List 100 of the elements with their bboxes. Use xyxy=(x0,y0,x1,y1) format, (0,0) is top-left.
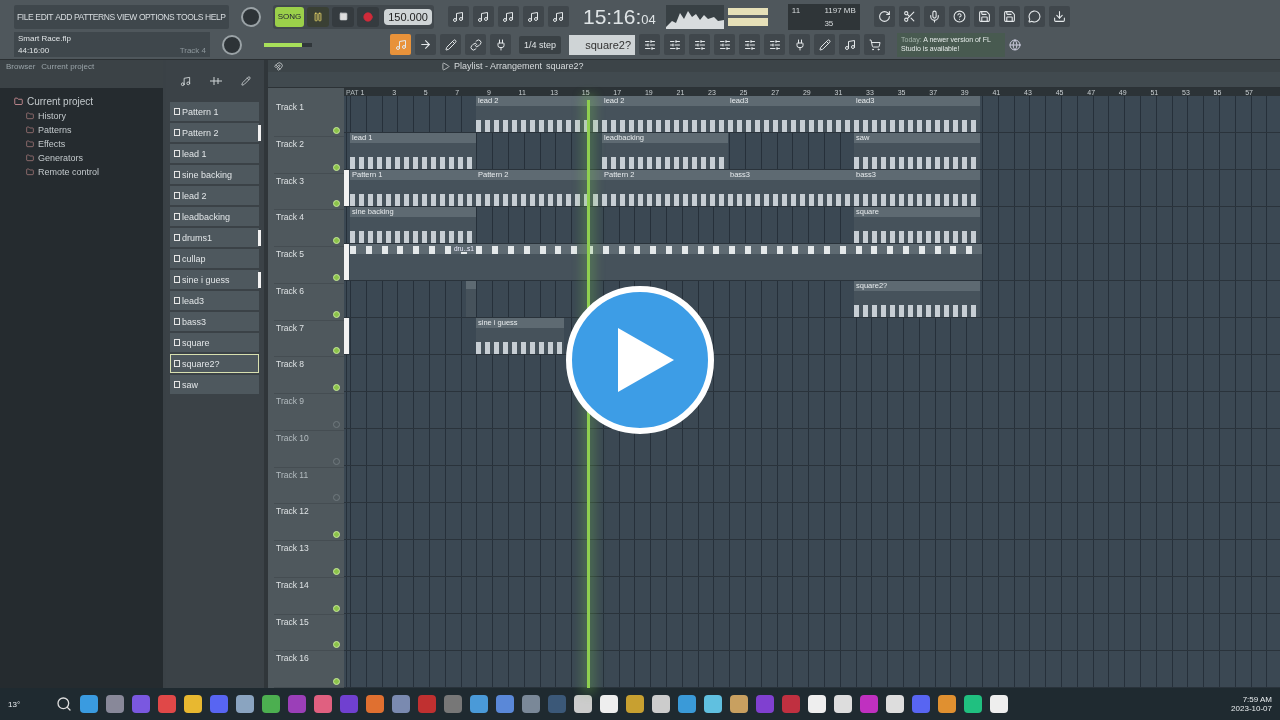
pattern-item[interactable]: cullap xyxy=(170,249,259,268)
pattern-item[interactable]: drums1 xyxy=(170,228,259,247)
pattern-item[interactable]: lead 2 xyxy=(170,186,259,205)
toolbar-button[interactable] xyxy=(547,6,569,27)
app-icon[interactable] xyxy=(834,695,853,713)
folder-icon xyxy=(26,168,34,176)
toolbar-button[interactable] xyxy=(465,34,486,55)
app-icon[interactable] xyxy=(964,695,983,713)
app-icon[interactable] xyxy=(600,695,619,713)
toolbar-button[interactable] xyxy=(789,34,811,55)
floppy-icon xyxy=(1002,10,1016,23)
app-icon[interactable] xyxy=(938,695,957,713)
pattern-clip[interactable] xyxy=(466,281,476,317)
pattern-item[interactable]: sine i guess xyxy=(170,270,259,289)
app-icon[interactable] xyxy=(236,695,255,713)
snap-selector[interactable]: 1/4 step xyxy=(519,35,562,54)
menu-item[interactable]: ADD xyxy=(55,11,72,22)
pattern-selector[interactable]: square2? xyxy=(569,34,636,55)
toolbar-button[interactable] xyxy=(764,34,786,55)
app-icon[interactable] xyxy=(626,695,645,713)
pattern-item[interactable]: square xyxy=(170,333,259,352)
toolbar-button[interactable] xyxy=(689,34,711,55)
toolbar-button[interactable] xyxy=(415,34,436,55)
globe-icon[interactable] xyxy=(1009,38,1022,51)
tree-label: Effects xyxy=(38,139,66,149)
toolbar-button[interactable] xyxy=(447,6,469,27)
pattern-item[interactable]: saw xyxy=(170,375,259,394)
save-button[interactable] xyxy=(973,6,995,27)
toolbar-button[interactable] xyxy=(923,6,945,27)
toolbar-button[interactable] xyxy=(472,6,494,27)
tempo-display[interactable]: 150.000 xyxy=(384,8,432,25)
waveform-icon[interactable] xyxy=(209,76,222,86)
toolbar-button[interactable] xyxy=(864,34,886,55)
app-icon[interactable] xyxy=(886,695,905,713)
toolbar-button[interactable] xyxy=(873,6,895,27)
note-icon xyxy=(843,38,856,51)
tree-item[interactable]: Generators xyxy=(0,151,163,165)
app-icon[interactable] xyxy=(574,695,593,713)
menu-item[interactable]: PATTERNS xyxy=(73,11,115,22)
pencil-icon[interactable] xyxy=(240,76,251,86)
track-name: Track 16 xyxy=(276,653,310,664)
pattern-item[interactable]: lead3 xyxy=(170,291,259,310)
app-icon[interactable] xyxy=(184,695,203,713)
app-icon[interactable] xyxy=(730,695,749,713)
toolbar-button[interactable] xyxy=(839,34,861,55)
pattern-item[interactable]: Pattern 2 xyxy=(170,123,259,142)
tree-item[interactable]: Current project xyxy=(0,94,163,109)
knob[interactable] xyxy=(222,34,242,55)
menu-item[interactable]: HELP xyxy=(205,11,226,22)
help-button[interactable] xyxy=(948,6,970,27)
knob[interactable] xyxy=(240,6,261,27)
volume-slider[interactable] xyxy=(264,42,312,47)
track-name: Track 11 xyxy=(276,469,310,480)
toolbar-button[interactable] xyxy=(998,6,1020,27)
pattern-item[interactable]: lead 1 xyxy=(170,144,259,163)
toolbar-button[interactable] xyxy=(664,34,686,55)
tree-item[interactable]: Remote control xyxy=(0,165,163,179)
toolbar-button[interactable] xyxy=(490,34,511,55)
app-icon[interactable] xyxy=(262,695,281,713)
stop-button[interactable] xyxy=(332,6,355,27)
pattern-item[interactable]: bass3 xyxy=(170,312,259,331)
track-name: Track 5 xyxy=(276,249,306,259)
help-icon xyxy=(952,10,966,23)
tree-item[interactable]: History xyxy=(0,109,163,123)
toolbar-button[interactable] xyxy=(1023,6,1045,27)
app-icon[interactable] xyxy=(808,695,827,713)
tree-item[interactable]: Patterns xyxy=(0,123,163,137)
song-mode-button[interactable]: SONG xyxy=(274,6,305,27)
pattern-item[interactable]: sine backing xyxy=(170,165,259,184)
toolbar-button[interactable] xyxy=(639,34,661,55)
menu-item[interactable]: OPTIONS xyxy=(138,11,175,22)
menu-item[interactable]: FILE xyxy=(17,11,34,22)
toolbar-button[interactable] xyxy=(497,6,519,27)
hint-text: Track 4 xyxy=(179,45,206,55)
magnet-icon[interactable] xyxy=(274,61,283,71)
app-icon[interactable] xyxy=(652,695,671,713)
app-icon[interactable] xyxy=(990,695,1009,713)
pattern-item[interactable]: Pattern 1 xyxy=(170,102,259,121)
play-pause-button[interactable] xyxy=(307,6,330,27)
tree-item[interactable]: Effects xyxy=(0,137,163,151)
folder-icon xyxy=(26,154,34,162)
pattern-item[interactable]: leadbacking xyxy=(170,207,259,226)
menu-item[interactable]: TOOLS xyxy=(176,11,204,22)
menu-item[interactable]: EDIT xyxy=(35,11,54,22)
toolbar-button[interactable] xyxy=(522,6,544,27)
search-icon[interactable] xyxy=(56,696,73,712)
toolbar-button[interactable] xyxy=(440,34,461,55)
piano-icon[interactable] xyxy=(179,75,191,87)
tree-label: Generators xyxy=(38,153,84,163)
app-icon[interactable] xyxy=(704,695,723,713)
pattern-item[interactable]: square2? xyxy=(170,354,259,373)
toolbar-button[interactable] xyxy=(739,34,761,55)
toolbar-button[interactable] xyxy=(714,34,736,55)
toolbar-button[interactable] xyxy=(1048,6,1070,27)
play-icon[interactable] xyxy=(441,61,450,71)
menu-item[interactable]: VIEW xyxy=(116,11,137,22)
toolbar-button[interactable] xyxy=(898,6,920,27)
chat-icon xyxy=(1027,10,1041,23)
cpu-usage: 35 xyxy=(824,18,835,28)
toolbar-button[interactable] xyxy=(814,34,836,55)
